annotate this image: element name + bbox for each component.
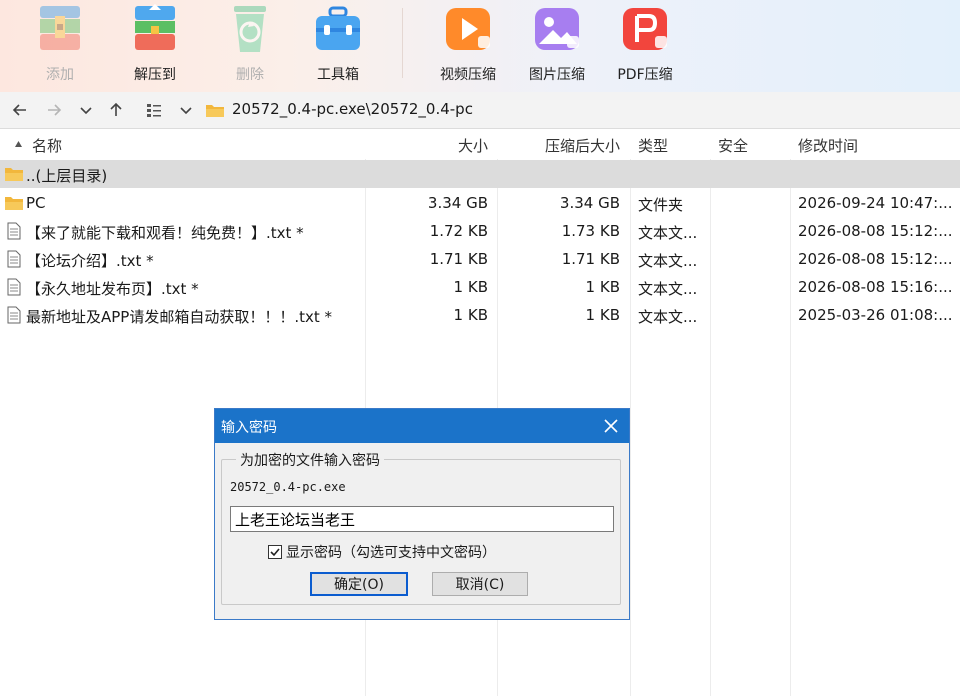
ok-button[interactable]: 确定(O)	[310, 572, 408, 596]
row-modified: 2026-09-24 10:47:...	[798, 194, 953, 212]
column-header-modified[interactable]: 修改时间	[798, 135, 858, 156]
column-header-name[interactable]: 名称	[32, 135, 62, 156]
row-type: 文本文...	[638, 308, 698, 326]
row-modified: 2026-08-08 15:16:...	[798, 278, 953, 296]
address-bar: 20572_0.4-pc.exe\20572_0.4-pc	[0, 92, 960, 129]
add-button[interactable]: 添加	[20, 2, 100, 88]
column-header-row: 名称 大小 压缩后大小 类型 安全 修改时间	[0, 129, 960, 159]
show-password-option[interactable]: 显示密码（勾选可支持中文密码）	[268, 542, 496, 562]
extract-to-button[interactable]: 解压到	[115, 2, 195, 88]
cancel-button[interactable]: 取消(C)	[432, 572, 528, 596]
folder-icon	[5, 168, 23, 181]
folder-icon	[5, 197, 23, 210]
pdf-compress-button[interactable]: PDF压缩	[605, 2, 685, 88]
row-size: 1.72 KB	[429, 222, 488, 240]
row-name: 【来了就能下载和观看！纯免费！】.txt *	[26, 224, 304, 242]
row-type: 文件夹	[638, 196, 684, 214]
table-row[interactable]: 【来了就能下载和观看！纯免费！】.txt * 1.72 KB 1.73 KB 文…	[0, 217, 960, 245]
row-name: 【永久地址发布页】.txt *	[26, 280, 199, 298]
toolbar: 添加 解压到 删除 工具箱 视频压缩 图片压缩 PDF压缩	[0, 0, 960, 92]
back-arrow-icon[interactable]	[10, 100, 30, 120]
table-row[interactable]: ..(上层目录)	[0, 160, 960, 188]
row-name: PC	[26, 194, 46, 212]
image-compress-button-label: 图片压缩	[529, 67, 585, 83]
dialog-title-bar[interactable]: 输入密码	[215, 409, 629, 443]
text-file-icon	[7, 250, 21, 268]
view-dropdown-icon[interactable]	[176, 100, 196, 120]
password-input[interactable]	[230, 506, 614, 532]
text-file-icon	[7, 278, 21, 296]
extract-to-icon	[135, 4, 175, 50]
row-name: 【论坛介绍】.txt *	[26, 252, 154, 270]
image-compress-icon	[535, 8, 579, 50]
row-type: 文本文...	[638, 280, 698, 298]
table-row[interactable]: PC 3.34 GB 3.34 GB 文件夹 2026-09-24 10:47:…	[0, 189, 960, 217]
toolbox-icon	[316, 6, 360, 50]
row-size: 1 KB	[453, 278, 488, 296]
show-password-label: 显示密码（勾选可支持中文密码）	[286, 545, 496, 561]
show-password-checkbox[interactable]	[268, 545, 282, 559]
recycle-delete-icon	[234, 6, 266, 52]
column-header-packed-size[interactable]: 压缩后大小	[545, 135, 620, 156]
row-size: 1 KB	[453, 306, 488, 324]
column-header-size[interactable]: 大小	[458, 135, 488, 156]
row-packed-size: 1.73 KB	[561, 222, 620, 240]
extract-to-button-label: 解压到	[134, 67, 176, 83]
row-type: 文本文...	[638, 252, 698, 270]
view-list-icon[interactable]	[144, 100, 164, 120]
folder-icon	[206, 105, 224, 117]
history-dropdown-icon[interactable]	[76, 100, 96, 120]
add-archive-icon	[40, 6, 80, 50]
delete-button[interactable]: 删除	[210, 2, 290, 88]
text-file-icon	[7, 222, 21, 240]
password-group: 为加密的文件输入密码 20572_0.4-pc.exe 显示密码（勾选可支持中文…	[221, 450, 621, 605]
row-name: ..(上层目录)	[26, 167, 108, 185]
table-row[interactable]: 最新地址及APP请发邮箱自动获取！！！.txt * 1 KB 1 KB 文本文.…	[0, 301, 960, 329]
close-icon[interactable]	[603, 418, 619, 434]
row-modified: 2026-08-08 15:12:...	[798, 222, 953, 240]
row-type: 文本文...	[638, 224, 698, 242]
video-compress-icon	[446, 8, 490, 50]
address-path[interactable]: 20572_0.4-pc.exe\20572_0.4-pc	[232, 100, 473, 118]
sort-ascending-icon	[15, 141, 22, 147]
row-packed-size: 1 KB	[585, 278, 620, 296]
row-name: 最新地址及APP请发邮箱自动获取！！！.txt *	[26, 308, 333, 326]
row-packed-size: 3.34 GB	[559, 194, 620, 212]
toolbox-button-label: 工具箱	[317, 67, 359, 83]
row-modified: 2026-08-08 15:12:...	[798, 250, 953, 268]
column-header-security[interactable]: 安全	[718, 135, 748, 156]
pdf-compress-icon	[623, 8, 667, 50]
password-dialog: 输入密码 为加密的文件输入密码 20572_0.4-pc.exe 显示密码（勾选…	[214, 408, 630, 620]
video-compress-button[interactable]: 视频压缩	[428, 2, 508, 88]
text-file-icon	[7, 306, 21, 324]
checkmark-icon	[270, 548, 280, 557]
archive-file-name: 20572_0.4-pc.exe	[230, 480, 346, 494]
row-size: 3.34 GB	[427, 194, 488, 212]
pdf-compress-button-label: PDF压缩	[617, 67, 673, 83]
up-arrow-icon[interactable]	[106, 100, 126, 120]
toolbox-button[interactable]: 工具箱	[298, 2, 378, 88]
table-row[interactable]: 【永久地址发布页】.txt * 1 KB 1 KB 文本文... 2026-08…	[0, 273, 960, 301]
row-size: 1.71 KB	[429, 250, 488, 268]
row-packed-size: 1.71 KB	[561, 250, 620, 268]
forward-arrow-icon[interactable]	[44, 100, 64, 120]
dialog-title: 输入密码	[221, 420, 277, 436]
table-row[interactable]: 【论坛介绍】.txt * 1.71 KB 1.71 KB 文本文... 2026…	[0, 245, 960, 273]
video-compress-button-label: 视频压缩	[440, 67, 496, 83]
add-button-label: 添加	[46, 67, 74, 83]
toolbar-separator	[402, 8, 403, 78]
row-modified: 2025-03-26 01:08:...	[798, 306, 953, 324]
row-packed-size: 1 KB	[585, 306, 620, 324]
delete-button-label: 删除	[236, 67, 264, 83]
column-header-type[interactable]: 类型	[638, 135, 668, 156]
group-label: 为加密的文件输入密码	[236, 450, 384, 470]
image-compress-button[interactable]: 图片压缩	[517, 2, 597, 88]
